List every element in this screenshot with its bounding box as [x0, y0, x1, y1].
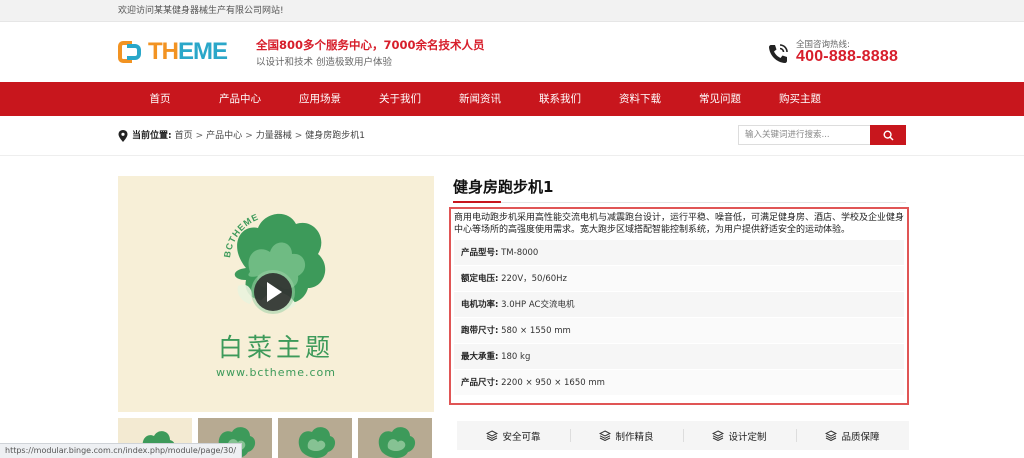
- spec-value: 180 kg: [501, 352, 531, 362]
- thumbnail-cabbage-icon: 白菜主题: [378, 427, 416, 458]
- breadcrumb-separator: >: [294, 131, 303, 141]
- spec-row-voltage: 额定电压: 220V，50/60Hz: [454, 266, 904, 292]
- spec-value: 3.0HP AC交流电机: [501, 300, 575, 310]
- slogan-sub: 以设计和技术 创造极致用户体验: [256, 57, 393, 68]
- breadcrumb-separator: >: [245, 131, 253, 141]
- spec-label: 产品尺寸:: [461, 378, 499, 388]
- layers-icon: [486, 430, 499, 441]
- thumbnail-3[interactable]: 白菜主题: [278, 418, 352, 458]
- thumbnail-4[interactable]: 白菜主题: [358, 418, 432, 458]
- spec-row-motor: 电机功率: 3.0HP AC交流电机: [454, 292, 904, 318]
- feature-label: 安全可靠: [502, 431, 541, 443]
- product-main-image[interactable]: BCTHEME 白菜主题 www.bctheme.com: [118, 176, 434, 412]
- nav-item-about[interactable]: 关于我们: [360, 82, 440, 116]
- product-info: 健身房跑步机1 商用电动跑步机采用高性能交流电机与减震跑台设计，运行平稳、噪音低…: [449, 176, 909, 450]
- feature-guarantee: 品质保障: [796, 421, 909, 450]
- hotline-number: 400-888-8888: [796, 48, 899, 65]
- search-button[interactable]: [870, 125, 906, 145]
- welcome-text: 欢迎访问某某健身器械生产有限公司网站!: [118, 6, 284, 16]
- main-nav: 首页 产品中心 应用场景 关于我们 新闻资讯 联系我们 资料下载 常见问题 购买…: [0, 82, 1024, 116]
- search-icon: [882, 129, 894, 141]
- breadcrumb-home[interactable]: 首页: [175, 116, 193, 156]
- nav-item-buy-theme[interactable]: 购买主题: [760, 82, 840, 116]
- spec-value: TM-8000: [501, 248, 539, 258]
- watermark-cn-text: 白菜主题: [218, 333, 334, 362]
- search-box: [738, 125, 906, 145]
- feature-label: 制作精良: [615, 431, 654, 443]
- product-detail: BCTHEME 白菜主题 www.bctheme.com 健身房跑步机1 商用电…: [118, 156, 909, 458]
- logo-wordmark-part1: TH: [148, 38, 179, 65]
- cabbage-logo-image: BCTHEME 白菜主题 www.bctheme.com: [216, 212, 336, 379]
- feature-custom: 设计定制: [683, 421, 796, 450]
- thumbnail-cabbage-icon: 白菜主题: [298, 427, 336, 458]
- browser-status-url: https://modular.binge.com.cn/index.php/m…: [0, 443, 243, 458]
- video-play-button[interactable]: [254, 273, 292, 311]
- nav-item-scenarios[interactable]: 应用场景: [280, 82, 360, 116]
- logo-wordmark: THEME: [148, 38, 228, 65]
- spec-label: 跑带尺寸:: [461, 326, 499, 336]
- nav-item-products[interactable]: 产品中心: [200, 82, 280, 116]
- product-spec-box: 商用电动跑步机采用高性能交流电机与减震跑台设计，运行平稳、噪音低，可满足健身房、…: [449, 207, 909, 405]
- product-gallery: BCTHEME 白菜主题 www.bctheme.com: [118, 176, 434, 458]
- layers-icon: [712, 430, 725, 441]
- spec-label: 最大承重:: [461, 352, 499, 362]
- spec-label: 额定电压:: [461, 274, 499, 284]
- spec-row-belt: 跑带尺寸: 580 × 1550 mm: [454, 318, 904, 344]
- breadcrumb: 当前位置: 首页 > 产品中心 > 力量器械 > 健身房跑步机1: [118, 116, 365, 156]
- spec-row-size: 产品尺寸: 2200 × 950 × 1650 mm: [454, 370, 904, 396]
- logo-mark-icon: [118, 41, 146, 63]
- spec-value: 580 × 1550 mm: [501, 326, 571, 336]
- nav-item-news[interactable]: 新闻资讯: [440, 82, 520, 116]
- breadcrumb-bar: 当前位置: 首页 > 产品中心 > 力量器械 > 健身房跑步机1: [0, 116, 1024, 156]
- product-title: 健身房跑步机1: [453, 178, 554, 196]
- nav-item-home[interactable]: 首页: [120, 82, 200, 116]
- slogan-main: 全国800多个服务中心，7000余名技术人员: [256, 38, 485, 52]
- spec-label: 电机功率:: [461, 300, 499, 310]
- spec-value: 220V，50/60Hz: [501, 274, 567, 284]
- feature-label: 设计定制: [728, 431, 767, 443]
- breadcrumb-strength[interactable]: 力量器械: [256, 116, 292, 156]
- nav-item-contact[interactable]: 联系我们: [520, 82, 600, 116]
- nav-item-downloads[interactable]: 资料下载: [600, 82, 680, 116]
- layers-icon: [825, 430, 838, 441]
- feature-safe: 安全可靠: [457, 421, 570, 450]
- nav-item-faq[interactable]: 常见问题: [680, 82, 760, 116]
- spec-row-model: 产品型号: TM-8000: [454, 240, 904, 266]
- title-divider: [453, 201, 906, 203]
- spec-label: 产品型号:: [461, 248, 499, 258]
- site-logo[interactable]: THEME: [118, 38, 228, 65]
- breadcrumb-current: 健身房跑步机1: [305, 131, 366, 141]
- feature-label: 品质保障: [841, 431, 880, 443]
- site-header: THEME 全国800多个服务中心，7000余名技术人员 以设计和技术 创造极致…: [118, 22, 906, 82]
- spec-row-load: 最大承重: 180 kg: [454, 344, 904, 370]
- location-pin-icon: [118, 130, 128, 142]
- spec-list: 产品型号: TM-8000 额定电压: 220V，50/60Hz 电机功率: 3…: [454, 240, 904, 396]
- search-input[interactable]: [738, 125, 870, 145]
- header-slogan: 全国800多个服务中心，7000余名技术人员 以设计和技术 创造极致用户体验: [256, 37, 485, 70]
- feature-bar: 安全可靠 制作精良 设计定制 品质保障: [457, 421, 909, 450]
- breadcrumb-separator: >: [195, 131, 204, 141]
- hotline: 全国咨询热线: 400-888-8888: [766, 36, 906, 70]
- layers-icon: [599, 430, 612, 441]
- breadcrumb-products[interactable]: 产品中心: [206, 116, 242, 156]
- phone-icon: [769, 44, 788, 63]
- logo-wordmark-part2: EME: [178, 38, 228, 65]
- watermark-url-text: www.bctheme.com: [216, 366, 336, 379]
- top-welcome-bar: 欢迎访问某某健身器械生产有限公司网站!: [0, 0, 1024, 22]
- spec-value: 2200 × 950 × 1650 mm: [501, 378, 605, 388]
- product-description: 商用电动跑步机采用高性能交流电机与减震跑台设计，运行平稳、噪音低，可满足健身房、…: [454, 213, 905, 235]
- breadcrumb-label: 当前位置:: [132, 131, 172, 141]
- feature-quality-made: 制作精良: [570, 421, 683, 450]
